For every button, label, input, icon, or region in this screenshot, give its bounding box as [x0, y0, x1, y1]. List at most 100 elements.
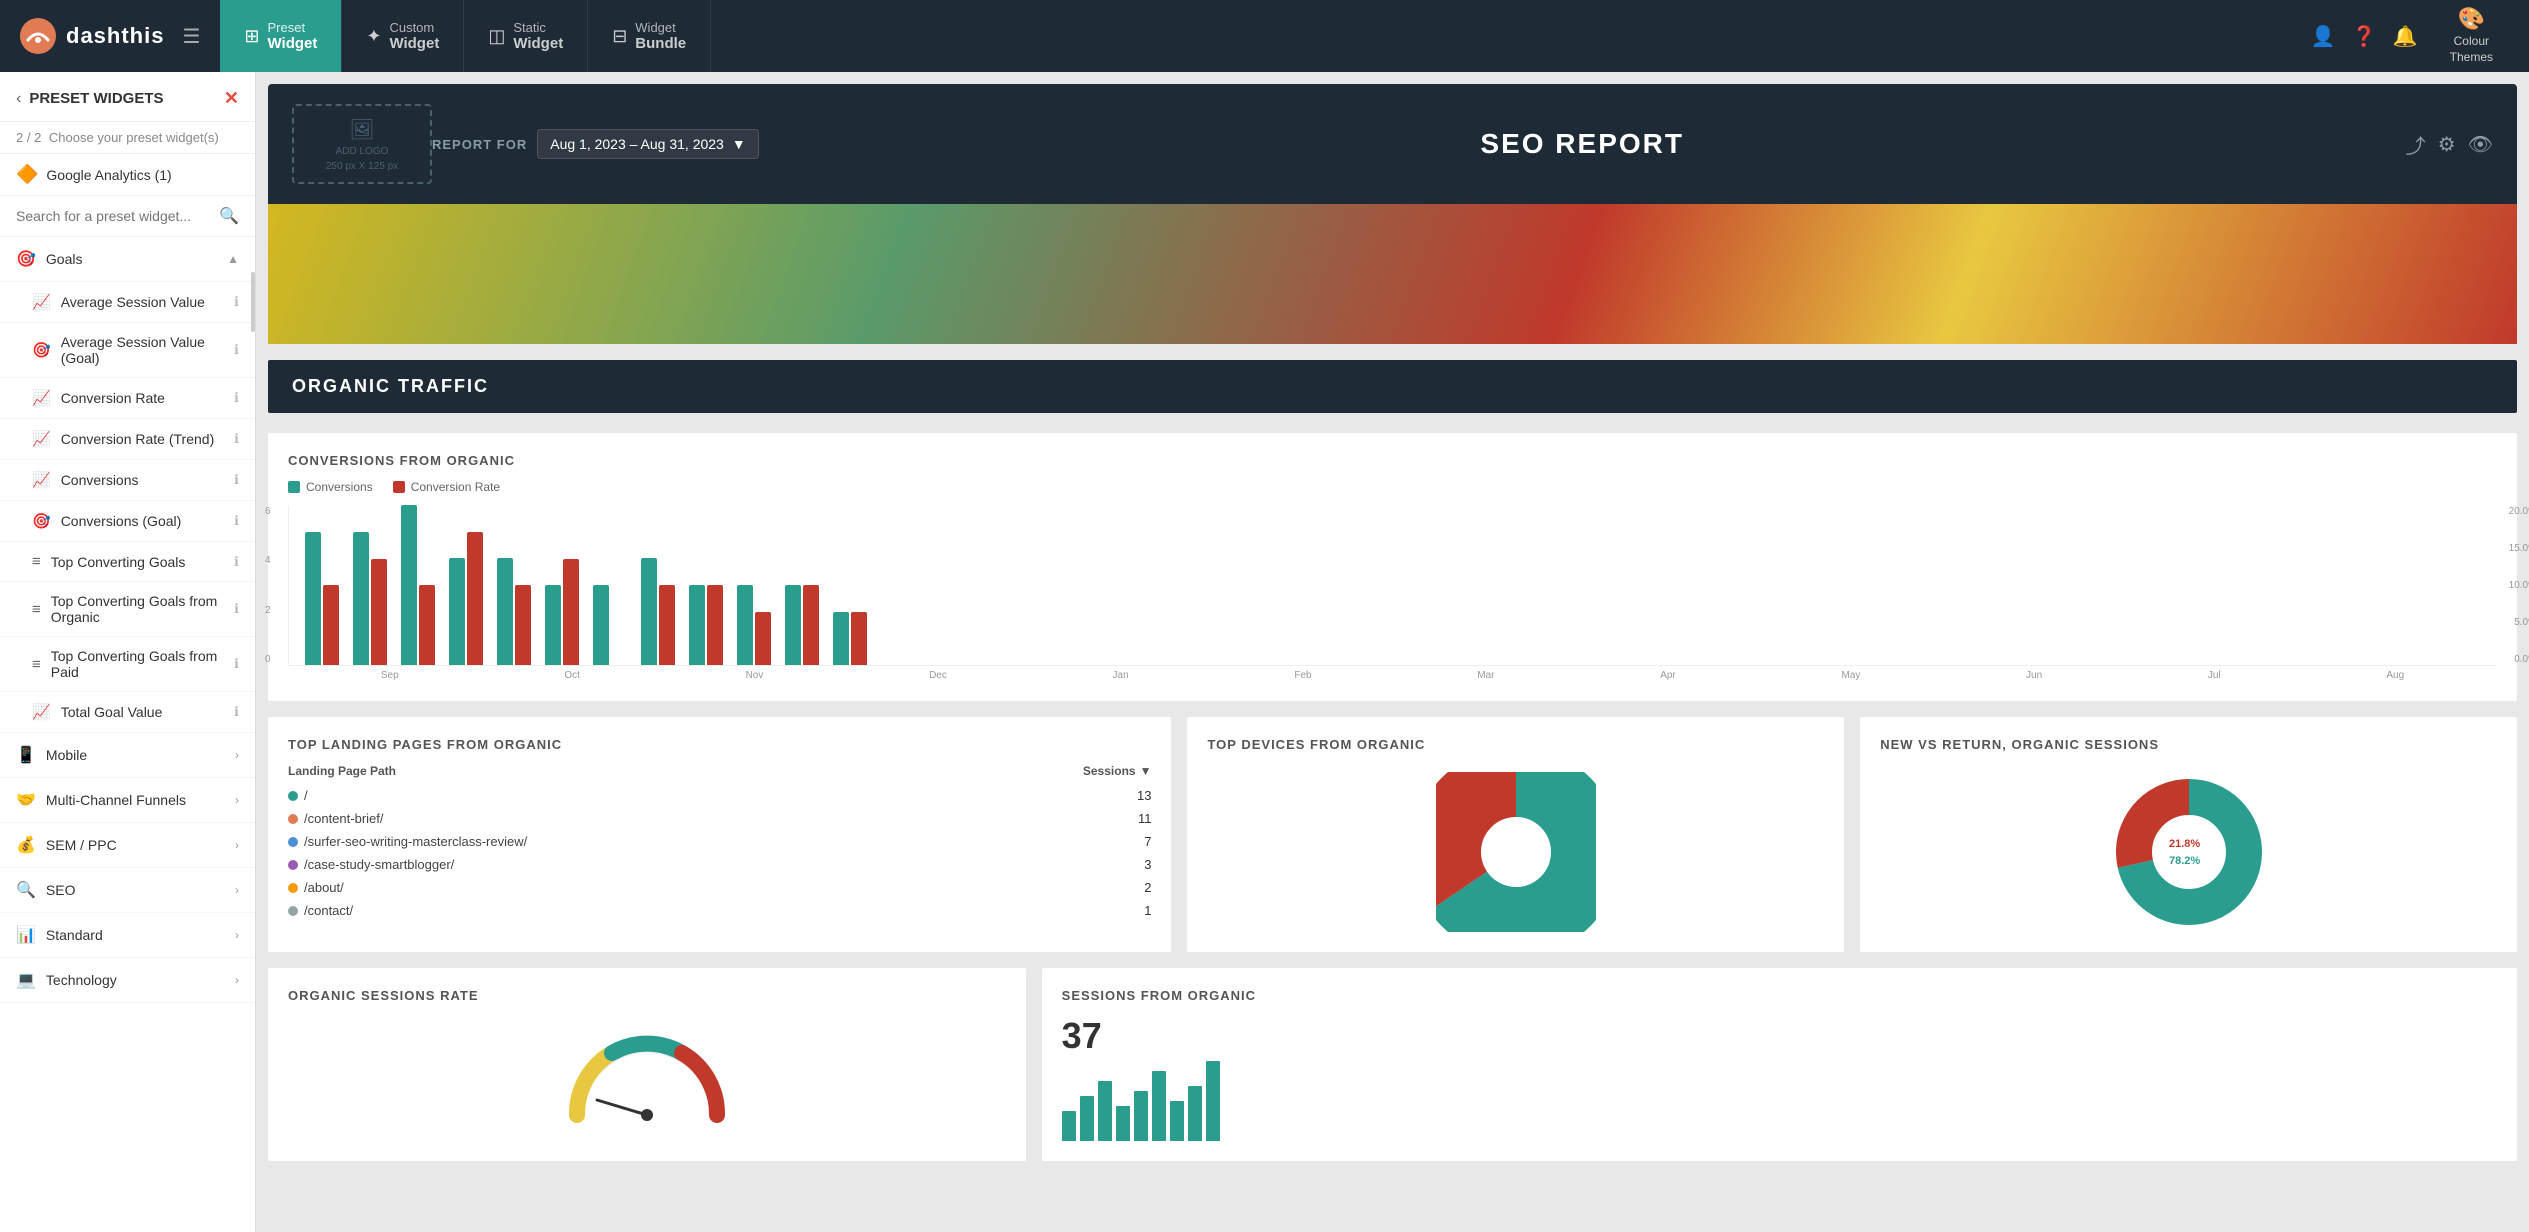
legend-conversions: Conversions	[288, 480, 373, 494]
settings-icon[interactable]: ⚙	[2438, 132, 2456, 157]
widget-info-icon[interactable]: ℹ	[234, 513, 239, 529]
scroll-indicator	[251, 272, 255, 332]
widget-trend-icon: 📈	[32, 389, 51, 407]
mobile-category-icon: 📱	[16, 745, 36, 765]
table-row: /contact/ 1	[288, 903, 1151, 918]
category-goals[interactable]: 🎯 Goals ▲	[0, 237, 255, 282]
hamburger-icon[interactable]: ☰	[182, 24, 200, 49]
goals-category-icon: 🎯	[16, 249, 36, 269]
widget-label: Total Goal Value	[61, 704, 163, 720]
avatar-icon[interactable]: 👤	[2311, 24, 2336, 49]
widget-trend-icon: 📈	[32, 430, 51, 448]
multichannel-category-icon: 🤝	[16, 790, 36, 810]
legend-dot-rate	[393, 481, 405, 493]
col-sessions-header[interactable]: Sessions ▼	[1083, 764, 1152, 778]
top-devices-title: TOP DEVICES FROM ORGANIC	[1207, 737, 1824, 752]
tab-widget-bundle[interactable]: ⊟ Widget Bundle	[588, 0, 711, 72]
standard-expand-icon: ›	[235, 928, 239, 942]
widget-item-top-converting-goals[interactable]: ≡ Top Converting Goals ℹ	[0, 542, 255, 582]
share-icon[interactable]: ⤴	[2406, 130, 2426, 159]
eye-icon[interactable]: 👁	[2468, 132, 2493, 157]
table-row: /about/ 2	[288, 880, 1151, 895]
sidebar-close-button[interactable]: ✕	[224, 88, 239, 109]
widget-info-icon[interactable]: ℹ	[234, 601, 239, 617]
tab-preset-widget[interactable]: ⊞ Preset Widget	[220, 0, 342, 72]
section-title-organic-traffic: ORGANIC TRAFFIC	[292, 376, 489, 396]
table-row: / 13	[288, 788, 1151, 803]
organic-sessions-rate-card: ORGANIC SESSIONS RATE	[268, 968, 1026, 1161]
tab-static-widget[interactable]: ◫ Static Widget	[464, 0, 588, 72]
widget-target-icon: 🎯	[32, 341, 51, 359]
top-navigation: dashthis ☰ ⊞ Preset Widget ✦ Custom Widg…	[0, 0, 2529, 72]
multichannel-label: Multi-Channel Funnels	[46, 792, 186, 808]
report-for-label: REPORT FOR	[432, 137, 527, 152]
y-axis-left: 6420	[265, 506, 271, 665]
source-label: Google Analytics (1)	[46, 167, 171, 183]
widget-item-conversion-rate-trend[interactable]: 📈 Conversion Rate (Trend) ℹ	[0, 419, 255, 460]
middle-charts-row: TOP LANDING PAGES FROM ORGANIC Landing P…	[268, 717, 2517, 952]
widget-target-icon: 🎯	[32, 512, 51, 530]
widget-item-top-converting-goals-paid[interactable]: ≡ Top Converting Goals from Paid ℹ	[0, 637, 255, 692]
widget-info-icon[interactable]: ℹ	[234, 431, 239, 447]
goals-expand-icon: ▲	[227, 252, 239, 266]
technology-expand-icon: ›	[235, 973, 239, 987]
svg-text:21.8%: 21.8%	[2169, 838, 2200, 850]
widget-info-icon[interactable]: ℹ	[234, 472, 239, 488]
bundle-tab-icon: ⊟	[612, 26, 627, 47]
legend-conversion-rate: Conversion Rate	[393, 480, 500, 494]
colour-themes-button[interactable]: 🎨 ColourThemes	[2434, 6, 2509, 65]
colour-themes-icon: 🎨	[2458, 6, 2485, 32]
search-icon[interactable]: 🔍	[219, 206, 239, 226]
date-range-text: Aug 1, 2023 – Aug 31, 2023	[550, 136, 724, 152]
widget-info-icon[interactable]: ℹ	[234, 294, 239, 310]
category-standard[interactable]: 📊 Standard ›	[0, 913, 255, 958]
widget-trend-icon: 📈	[32, 703, 51, 721]
widget-info-icon[interactable]: ℹ	[234, 656, 239, 672]
widget-item-conversions[interactable]: 📈 Conversions ℹ	[0, 460, 255, 501]
category-seo[interactable]: 🔍 SEO ›	[0, 868, 255, 913]
tab-custom-widget[interactable]: ✦ Custom Widget	[342, 0, 464, 72]
gauge-wrapper	[288, 1015, 1006, 1135]
widget-info-icon[interactable]: ℹ	[234, 554, 239, 570]
category-multi-channel[interactable]: 🤝 Multi-Channel Funnels ›	[0, 778, 255, 823]
sidebar: ‹ PRESET WIDGETS ✕ 2 / 2 Choose your pre…	[0, 72, 256, 1232]
sidebar-step-indicator: 2 / 2 Choose your preset widget(s)	[0, 122, 255, 154]
widget-item-total-goal-value[interactable]: 📈 Total Goal Value ℹ	[0, 692, 255, 733]
widget-item-avg-session-value[interactable]: 📈 Average Session Value ℹ	[0, 282, 255, 323]
mobile-expand-icon: ›	[235, 748, 239, 762]
y-axis-right: 20.0%15.0%10.0%5.0%0.0%	[2509, 506, 2529, 665]
widget-item-conversion-rate[interactable]: 📈 Conversion Rate ℹ	[0, 378, 255, 419]
sidebar-header: ‹ PRESET WIDGETS ✕	[0, 72, 255, 122]
category-technology[interactable]: 💻 Technology ›	[0, 958, 255, 1003]
new-vs-return-card: NEW VS RETURN, ORGANIC SESSIONS 21.8% 78…	[1860, 717, 2517, 952]
widget-info-icon[interactable]: ℹ	[234, 342, 239, 358]
date-range-button[interactable]: Aug 1, 2023 – Aug 31, 2023 ▼	[537, 129, 758, 159]
svg-text:35.1%: 35.1%	[1501, 839, 1535, 853]
search-input[interactable]	[16, 208, 211, 224]
bar-chart: 6420	[288, 506, 2497, 666]
sidebar-back-button[interactable]: ‹	[16, 90, 21, 108]
chart-legend: Conversions Conversion Rate	[288, 480, 2497, 494]
category-sem-ppc[interactable]: 💰 SEM / PPC ›	[0, 823, 255, 868]
sessions-row: ORGANIC SESSIONS RATE	[268, 968, 2517, 1161]
table-header: Landing Page Path Sessions ▼	[288, 764, 1151, 778]
preset-tab-line1: Preset	[268, 20, 318, 35]
svg-text:64.9%: 64.9%	[1508, 861, 1542, 875]
help-icon[interactable]: ❓	[2352, 24, 2377, 49]
widget-info-icon[interactable]: ℹ	[234, 390, 239, 406]
widget-info-icon[interactable]: ℹ	[234, 704, 239, 720]
notifications-icon[interactable]: 🔔	[2393, 24, 2418, 49]
category-mobile[interactable]: 📱 Mobile ›	[0, 733, 255, 778]
bundle-tab-line1: Widget	[635, 20, 686, 35]
logo-line2: 250 px X 125 px	[326, 161, 398, 172]
logo-placeholder: 🖼 ADD LOGO 250 px X 125 px	[292, 104, 432, 184]
custom-tab-line1: Custom	[389, 20, 439, 35]
pie-chart: 35.1% 64.9%	[1436, 772, 1596, 932]
widget-item-top-converting-goals-organic[interactable]: ≡ Top Converting Goals from Organic ℹ	[0, 582, 255, 637]
seo-expand-icon: ›	[235, 883, 239, 897]
widget-label: Top Converting Goals from Paid	[51, 648, 234, 680]
widget-item-avg-session-value-goal[interactable]: 🎯 Average Session Value (Goal) ℹ	[0, 323, 255, 378]
pie-chart-wrapper: 35.1% 64.9%	[1207, 772, 1824, 932]
widget-item-conversions-goal[interactable]: 🎯 Conversions (Goal) ℹ	[0, 501, 255, 542]
widget-label: Average Session Value (Goal)	[61, 334, 234, 366]
